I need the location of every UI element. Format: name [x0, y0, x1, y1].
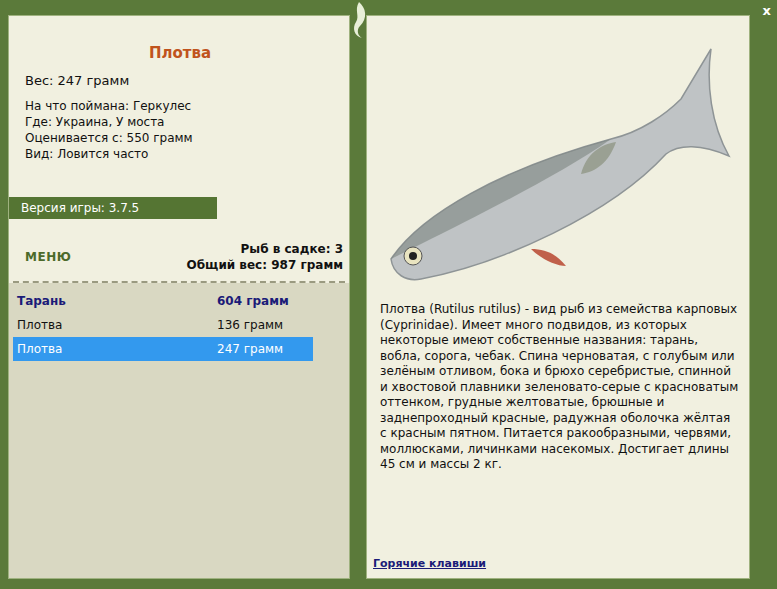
catch-weight: 247 грамм — [217, 340, 313, 358]
catch-list: Тарань604 граммПлотва136 граммПлотва247 … — [9, 283, 349, 578]
catch-weight: 136 грамм — [217, 316, 313, 334]
spacer — [350, 15, 366, 579]
fish-details: На что поймана: ГеркулесГде: Украина, У … — [25, 98, 335, 162]
fish-detail: Вид: Ловится часто — [25, 146, 335, 162]
catch-name: Тарань — [17, 292, 217, 310]
menu-button[interactable]: МЕНЮ — [25, 248, 71, 266]
catch-row[interactable]: Плотва247 грамм — [13, 337, 313, 361]
catch-name: Плотва — [17, 340, 217, 358]
fish-title: Плотва — [25, 42, 335, 65]
fish-description: Плотва (Rutilus rutilus) - вид рыб из се… — [367, 296, 749, 556]
leaf-icon — [346, 0, 372, 40]
hotkeys-link[interactable]: Горячие клавиши — [367, 556, 749, 579]
version-bar: Версия игры: 3.7.5 — [9, 197, 217, 219]
fish-weight: Вес: 247 грамм — [25, 71, 335, 91]
fish-card: Плотва Вес: 247 грамм На что поймана: Ге… — [9, 16, 349, 197]
keepnet-total: Общий вес: 987 грамм — [187, 257, 343, 273]
catch-row[interactable]: Плотва136 грамм — [13, 313, 313, 337]
fish-detail: Оценивается с: 550 грамм — [25, 130, 335, 146]
catch-row[interactable]: Тарань604 грамм — [13, 289, 313, 313]
catch-name: Плотва — [17, 316, 217, 334]
fish-description-panel: Плотва (Rutilus rutilus) - вид рыб из се… — [366, 15, 750, 579]
close-button[interactable]: x — [763, 1, 771, 21]
catch-weight: 604 грамм — [217, 292, 313, 310]
menu-row: МЕНЮ Рыб в садке: 3 Общий вес: 987 грамм — [9, 219, 349, 281]
fish-detail: Где: Украина, У моста — [25, 114, 335, 130]
keepnet-count: Рыб в садке: 3 — [187, 241, 343, 257]
fish-detail: На что поймана: Геркулес — [25, 98, 335, 114]
fish-icon — [381, 44, 741, 289]
keepnet-summary: Рыб в садке: 3 Общий вес: 987 грамм — [187, 241, 343, 273]
fish-photo — [367, 16, 749, 296]
game-window: x Плотва Вес: 247 грамм На что поймана: … — [0, 0, 777, 589]
fish-info-panel: Плотва Вес: 247 грамм На что поймана: Ге… — [8, 15, 350, 579]
